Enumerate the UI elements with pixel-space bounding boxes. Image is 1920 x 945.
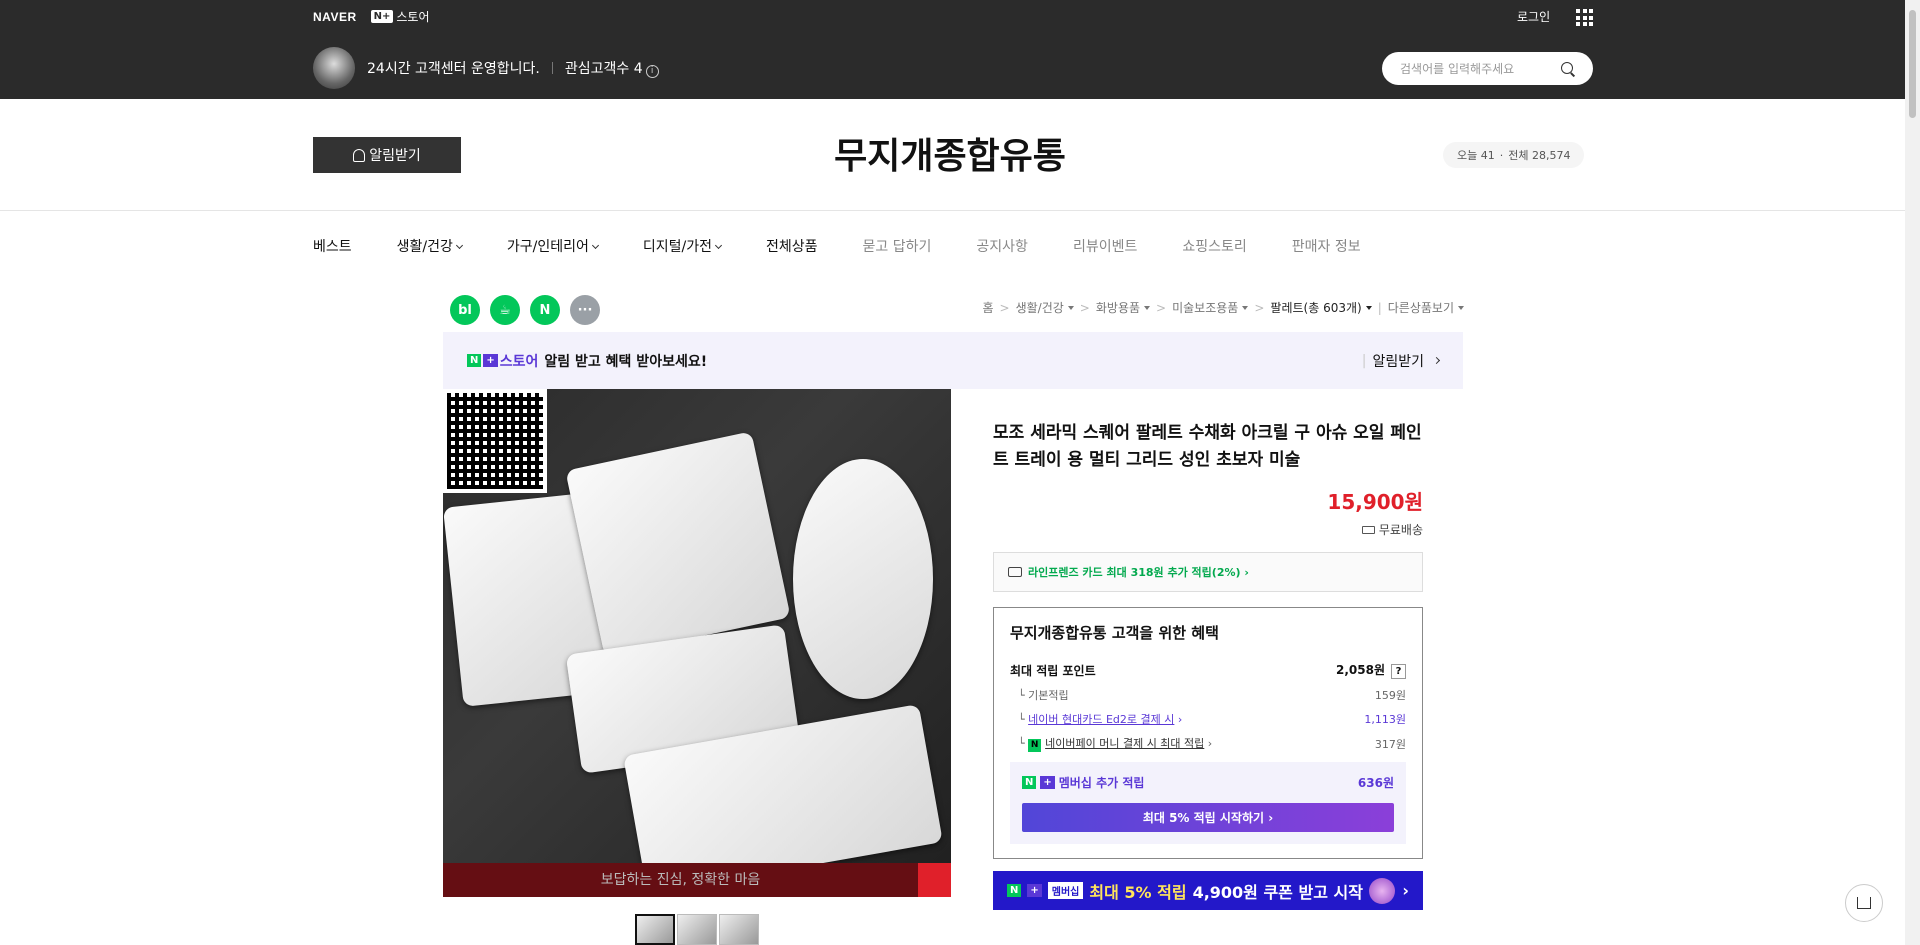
chevron-down-icon — [591, 241, 599, 250]
share-icon — [1857, 897, 1871, 909]
palette-tray — [565, 431, 791, 657]
alarm-button[interactable]: 알림받기 — [313, 137, 461, 173]
top-bar: NAVER N+ 스토어 로그인 24시간 고객센터 운영합니다. 관심고객수 … — [0, 0, 1905, 99]
bookmark-icon[interactable]: N — [530, 295, 560, 325]
product-price: 15,900원 — [1327, 490, 1423, 514]
palette-tray — [793, 459, 933, 699]
chevron-down-icon — [455, 241, 463, 250]
membership-start-button[interactable]: 최대 5% 적립 시작하기 › — [1022, 803, 1394, 832]
cafe-icon[interactable]: ☕ — [490, 295, 520, 325]
max-points-row: 최대 적립 포인트 2,058원? — [1010, 661, 1406, 679]
nplus-store-logo[interactable]: N+ 스토어 — [370, 8, 430, 25]
thumbnail-1[interactable] — [635, 914, 675, 945]
image-caption: 보답하는 진심, 정확한 마음 — [443, 863, 918, 897]
nplus-store-logo: N + 스토어 — [467, 351, 538, 371]
benefit-box: 무지개종합유통 고객을 위한 혜택 최대 적립 포인트 2,058원? └ 기본… — [993, 607, 1423, 859]
naver-logo[interactable]: NAVER — [313, 10, 357, 24]
breadcrumb: 홈 > 생활/건강 > 화방용품 > 미술보조용품 > 팔레트(총 603개) | 다른상… — [982, 299, 1464, 316]
card-benefit[interactable]: 라인프렌즈 카드 최대 318원 추가 적립(2%) › — [993, 552, 1423, 592]
bc-home[interactable]: 홈 — [982, 299, 993, 316]
store-avatar[interactable] — [313, 47, 355, 89]
store-header: 알림받기 무지개종합유통 오늘 41 · 전체 28,574 — [0, 99, 1905, 211]
product-title: 모조 세라믹 스퀘어 팔레트 수채화 아크릴 구 아슈 오일 페인트 트레이 용… — [993, 423, 1422, 470]
sns-share: bl ☕ N ··· — [450, 295, 600, 325]
nav-seller-info[interactable]: 판매자 정보 — [1292, 236, 1361, 256]
scrollbar[interactable] — [1905, 0, 1920, 945]
blog-icon[interactable]: bl — [450, 295, 480, 325]
card-icon — [1008, 567, 1022, 577]
category-nav: 베스트 생활/건강 가구/인테리어 디지털/가전 전체상품 묻고 답하기 공지사… — [313, 236, 1406, 256]
help-icon[interactable]: ? — [1391, 664, 1406, 679]
basic-points-row: └ 기본적립 159원 — [1018, 689, 1406, 702]
promo-bar[interactable]: N + 스토어 알림 받고 혜택 받아보세요! | 알림받기 — [443, 332, 1463, 389]
bc-palette[interactable]: 팔레트(총 603개) — [1270, 299, 1372, 316]
onion-icon — [1368, 877, 1395, 904]
store-title[interactable]: 무지개종합유통 — [700, 127, 1200, 179]
nav-best[interactable]: 베스트 — [313, 236, 352, 256]
bc-art-aux[interactable]: 미술보조용품 — [1172, 299, 1249, 316]
search-icon[interactable] — [1561, 61, 1575, 76]
npay-icon: N — [1028, 739, 1042, 752]
benefit-title: 무지개종합유통 고객을 위한 혜택 — [1010, 624, 1219, 642]
share-button[interactable] — [1845, 884, 1883, 922]
cs-text: 24시간 고객센터 운영합니다. — [367, 61, 540, 77]
npay-points-row[interactable]: └ N 네이버페이 머니 결제 시 최대 적립 › 317원 — [1010, 735, 1406, 752]
nav-living-health[interactable]: 생활/건강 — [397, 236, 463, 256]
info-icon[interactable]: i — [645, 65, 659, 78]
truck-icon — [1361, 526, 1375, 534]
bc-other-products[interactable]: 다른상품보기 — [1388, 299, 1464, 316]
more-icon[interactable]: ··· — [570, 295, 600, 325]
apps-grid-icon[interactable] — [1576, 9, 1593, 26]
bc-living[interactable]: 생활/건강 — [1016, 299, 1074, 316]
nav-furniture[interactable]: 가구/인테리어 — [507, 236, 599, 256]
nav-all-products[interactable]: 전체상품 — [766, 236, 818, 256]
visit-counter: 오늘 41 · 전체 28,574 — [1443, 142, 1585, 168]
thumbnail-list — [635, 914, 759, 945]
product-info: 모조 세라믹 스퀘어 팔레트 수채화 아크릴 구 아슈 오일 페인트 트레이 용… — [993, 420, 1423, 910]
membership-section: N + 멤버십 추가 적립 636원 최대 5% 적립 시작하기 › — [1010, 762, 1406, 844]
login-link[interactable]: 로그인 — [1517, 8, 1550, 25]
followers-count[interactable]: 관심고객수 4i — [565, 58, 659, 78]
search-input[interactable] — [1400, 61, 1560, 76]
promo-text: 알림 받고 혜택 받아보세요! — [544, 353, 708, 370]
nav-digital[interactable]: 디지털/가전 — [643, 236, 723, 256]
nav-qna[interactable]: 묻고 답하기 — [863, 236, 932, 256]
search-box[interactable] — [1382, 52, 1593, 85]
card-points-row[interactable]: └ 네이버 현대카드 Ed2로 결제 시 › 1,113원 — [1010, 711, 1406, 727]
bc-art[interactable]: 화방용품 — [1096, 299, 1151, 316]
thumbnail-3[interactable] — [719, 914, 759, 945]
chevron-down-icon — [714, 241, 723, 250]
qr-code — [443, 389, 547, 493]
nav-notice[interactable]: 공지사항 — [976, 236, 1028, 256]
membership-banner[interactable]: N + 멤버십 최대 5% 적립 4,900원 쿠폰 받고 시작 › — [993, 871, 1423, 910]
shipping-info: 무료배송 — [993, 521, 1423, 538]
nav-shopping-story[interactable]: 쇼핑스토리 — [1182, 236, 1246, 256]
nplus-badge: N+ — [370, 10, 394, 23]
divider — [551, 62, 553, 74]
nav-review-event[interactable]: 리뷰이벤트 — [1073, 236, 1137, 256]
scroll-thumb[interactable] — [1909, 10, 1916, 118]
thumbnail-2[interactable] — [677, 914, 717, 945]
bell-icon — [353, 148, 366, 162]
product-image[interactable]: 보답하는 진심, 정확한 마음 — [443, 389, 951, 897]
store-label: 스토어 — [396, 10, 430, 24]
promo-alarm-link[interactable]: | 알림받기 — [1362, 351, 1441, 371]
